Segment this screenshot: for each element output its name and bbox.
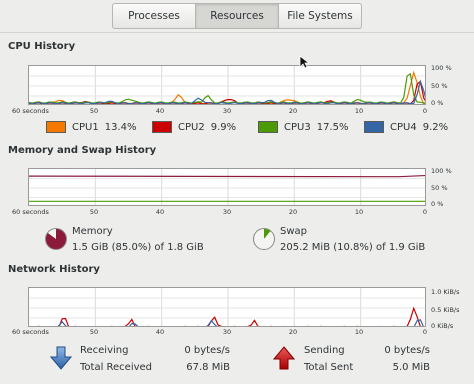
total-sent-value: 5.0 MiB	[392, 362, 430, 373]
view-tab-bar: Processes Resources File Systems	[112, 3, 362, 29]
cpu2-color-swatch[interactable]	[152, 121, 172, 133]
network-xtick-20: 20	[288, 328, 298, 336]
network-graph-svg	[29, 288, 425, 326]
memory-xtick-40: 40	[155, 208, 165, 216]
receiving-label: Receiving	[80, 345, 129, 356]
network-xtick-0: 0	[422, 328, 428, 336]
network-xtick-10: 10	[354, 328, 364, 336]
tab-file-systems[interactable]: File Systems	[279, 3, 362, 29]
memory-value: 1.5 GiB (85.0%) of 1.8 GiB	[72, 242, 204, 253]
network-ytick-0.5: 0.5 KiB/s	[431, 306, 460, 314]
network-xtick-40: 40	[155, 328, 165, 336]
cpu-ytick-50: 50 %	[431, 82, 448, 90]
memory-history-title: Memory and Swap History	[8, 145, 157, 156]
memory-xtick-60: 60 seconds	[12, 208, 49, 216]
header-divider	[0, 32, 474, 33]
cpu-ytick-0: 0 %	[431, 99, 444, 107]
cpu1-name: CPU1	[72, 121, 99, 133]
cpu-graph-svg	[29, 66, 425, 104]
cpu-history-graph	[28, 65, 426, 105]
tab-resources[interactable]: Resources	[196, 3, 279, 29]
sending-rate: 0 bytes/s	[384, 345, 430, 356]
mouse-pointer-icon	[299, 55, 309, 69]
cpu4-legend: CPU4 9.2%	[364, 121, 448, 133]
network-xtick-30: 30	[222, 328, 232, 336]
swap-value: 205.2 MiB (10.8%) of 1.9 GiB	[280, 242, 426, 253]
swap-usage-pie[interactable]	[253, 228, 275, 250]
memory-xtick-0: 0	[422, 208, 428, 216]
receiving-rate: 0 bytes/s	[184, 345, 230, 356]
memory-xtick-10: 10	[354, 208, 364, 216]
total-sent-label: Total Sent	[304, 362, 354, 373]
receiving-arrow-icon[interactable]	[50, 346, 72, 370]
cpu4-name: CPU4	[390, 121, 417, 133]
cpu-xtick-60: 60 seconds	[12, 107, 49, 115]
cpu4-color-swatch[interactable]	[364, 121, 384, 133]
memory-graph-svg	[29, 169, 425, 205]
cpu-xtick-20: 20	[288, 107, 298, 115]
network-history-graph	[28, 287, 426, 327]
cpu-xtick-30: 30	[222, 107, 232, 115]
network-xtick-60: 60 seconds	[12, 328, 49, 336]
cpu-xtick-50: 50	[89, 107, 99, 115]
cpu-ytick-100: 100 %	[431, 64, 452, 72]
memory-xtick-30: 30	[222, 208, 232, 216]
memory-label: Memory	[72, 226, 113, 237]
cpu1-value: 13.4%	[104, 121, 137, 133]
network-history-title: Network History	[8, 264, 100, 275]
cpu2-value: 9.9%	[210, 121, 237, 133]
cpu1-color-swatch[interactable]	[46, 121, 66, 133]
memory-xtick-50: 50	[89, 208, 99, 216]
tab-processes[interactable]: Processes	[112, 3, 196, 29]
swap-label: Swap	[280, 226, 308, 237]
cpu-history-title: CPU History	[8, 41, 76, 52]
network-xtick-50: 50	[89, 328, 99, 336]
cpu4-value: 9.2%	[422, 121, 449, 133]
cpu-xtick-10: 10	[354, 107, 364, 115]
cpu-xtick-0: 0	[422, 107, 428, 115]
cpu3-legend: CPU3 17.5%	[258, 121, 348, 133]
memory-xtick-20: 20	[288, 208, 298, 216]
cpu2-legend: CPU2 9.9%	[152, 121, 236, 133]
memory-ytick-50: 50 %	[431, 184, 448, 192]
memory-ytick-100: 100 %	[431, 167, 452, 175]
memory-usage-pie[interactable]	[45, 228, 67, 250]
cpu3-value: 17.5%	[316, 121, 349, 133]
cpu1-legend: CPU1 13.4%	[46, 121, 136, 133]
sending-arrow-icon[interactable]	[273, 346, 295, 370]
cpu3-name: CPU3	[284, 121, 311, 133]
cpu2-name: CPU2	[178, 121, 205, 133]
cpu-xtick-40: 40	[155, 107, 165, 115]
sending-label: Sending	[304, 345, 345, 356]
cpu3-color-swatch[interactable]	[258, 121, 278, 133]
network-ytick-1.0: 1.0 KiB/s	[431, 288, 460, 296]
total-received-label: Total Received	[80, 362, 153, 373]
network-ytick-0: 0 KiB/s	[431, 322, 454, 330]
memory-history-graph	[28, 168, 426, 206]
total-received-value: 67.8 MiB	[186, 362, 230, 373]
memory-ytick-0: 0 %	[431, 200, 444, 208]
